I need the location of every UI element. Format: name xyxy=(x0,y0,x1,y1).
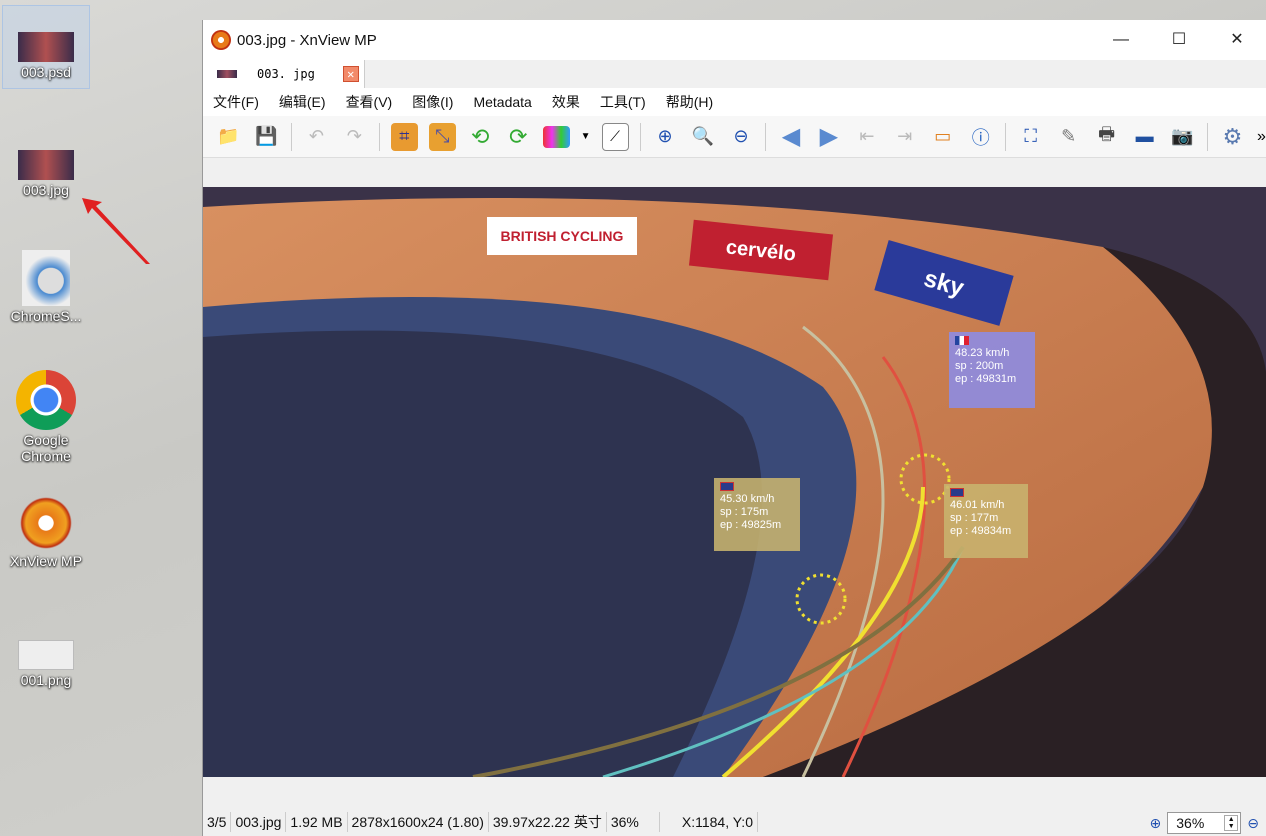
status-dimensions: 2878x1600x24 (1.80) xyxy=(348,812,489,832)
tab-close-button[interactable]: ✕ xyxy=(342,66,359,82)
chevron-down-icon[interactable]: ▼ xyxy=(581,131,591,142)
desktop-icon-google-chrome[interactable]: Google Chrome xyxy=(2,370,90,464)
browser-folder-icon[interactable]: 📁 xyxy=(215,123,242,151)
rotate-left-icon[interactable]: ⟲ xyxy=(467,123,494,151)
save-icon[interactable]: 💾 xyxy=(253,123,280,151)
status-zoom-out-icon[interactable]: ⊖ xyxy=(1247,815,1259,832)
divider xyxy=(378,122,380,151)
desktop-icon-chromesetup[interactable]: ChromeS... xyxy=(2,250,90,324)
status-bar: 3/5 003.jpg 1.92 MB 2878x1600x24 (1.80) … xyxy=(203,808,1266,836)
status-zoom-in-icon[interactable]: ⊕ xyxy=(1150,815,1162,832)
screenshot-icon[interactable]: 📷 xyxy=(1169,123,1196,151)
red-arrow-annotation xyxy=(82,198,150,264)
title-bar: 003.jpg - XnView MP — ☐ ✕ xyxy=(203,20,1266,60)
desktop-icon-003-psd[interactable]: 003.psd xyxy=(2,5,90,89)
minimize-button[interactable]: — xyxy=(1092,20,1150,60)
menu-metadata[interactable]: Metadata xyxy=(463,94,541,110)
menu-file[interactable]: 文件(F) xyxy=(203,92,269,112)
status-coords: X:1184, Y:0 xyxy=(660,812,758,832)
status-index: 3/5 xyxy=(203,812,232,832)
menu-view[interactable]: 查看(V) xyxy=(336,92,403,112)
toolbar-overflow-button[interactable]: » xyxy=(1257,128,1266,146)
desktop-icon-xnview[interactable]: XnView MP xyxy=(2,495,90,569)
previous-icon[interactable]: ◀ xyxy=(777,123,804,151)
france-flag-icon xyxy=(955,336,969,345)
close-button[interactable]: ✕ xyxy=(1208,20,1266,60)
rider-overlay-fr: 48.23 km/h sp : 200m ep : 49831m xyxy=(949,332,1035,408)
next-icon[interactable]: ▶ xyxy=(815,123,842,151)
status-zoom: 36% xyxy=(607,812,660,832)
menu-effects[interactable]: 效果 xyxy=(542,92,590,112)
image-viewer[interactable]: BRITISH CYCLING cervélo sky 45.30 km/h sp… xyxy=(203,187,1266,777)
last-page-icon[interactable]: ⇥ xyxy=(891,123,918,151)
xnview-icon xyxy=(17,495,75,551)
menu-edit[interactable]: 编辑(E) xyxy=(269,92,336,112)
installer-icon xyxy=(22,250,70,306)
rotate-right-icon[interactable]: ⟳ xyxy=(505,123,532,151)
rider-overlay-uk-1: 45.30 km/h sp : 175m ep : 49825m xyxy=(714,478,800,551)
crop-icon[interactable]: ⌗ xyxy=(390,122,418,151)
menu-help[interactable]: 帮助(H) xyxy=(656,92,723,112)
redo-icon[interactable]: ↷ xyxy=(341,123,368,151)
png-file-icon xyxy=(18,640,74,670)
undo-icon[interactable]: ↶ xyxy=(303,123,330,151)
settings-gear-icon[interactable]: ⚙ xyxy=(1219,123,1246,151)
divider xyxy=(765,122,767,151)
xnview-logo-icon xyxy=(211,30,231,50)
divider xyxy=(290,122,292,151)
xnview-window: 003.jpg - XnView MP — ☐ ✕ 003. jpg ✕ 文件(F… xyxy=(202,20,1266,836)
svg-text:BRITISH CYCLING: BRITISH CYCLING xyxy=(501,228,624,244)
desktop-icon-003-jpg[interactable]: 003.jpg xyxy=(2,150,90,198)
desktop-icon-001-png[interactable]: 001.png xyxy=(2,640,90,688)
color-adjust-icon[interactable] xyxy=(542,125,570,148)
toolbar: 📁 💾 ↶ ↷ ⌗ ⤡ ⟲ ⟳ ▼ ⟋ ⊕ 🔍 ⊖ ◀ ▶ ⇤ ⇥ ▭ ⓘ ⛶ … xyxy=(203,116,1266,158)
divider xyxy=(1005,122,1007,151)
menu-bar: 文件(F) 编辑(E) 查看(V) 图像(I) Metadata 效果 工具(T… xyxy=(203,88,1266,116)
psd-file-icon xyxy=(18,32,74,62)
print-icon[interactable]: 🖶 xyxy=(1093,123,1120,151)
chrome-icon xyxy=(16,370,76,430)
zoom-in-icon[interactable]: ⊕ xyxy=(652,123,679,151)
divider xyxy=(1207,122,1209,151)
status-print-size: 39.97x22.22 英寸 xyxy=(489,812,607,832)
properties-icon[interactable]: ⓘ xyxy=(967,123,994,151)
levels-curve-icon[interactable]: ⟋ xyxy=(601,122,629,151)
scanner-icon[interactable]: ▬ xyxy=(1131,123,1158,151)
menu-tools[interactable]: 工具(T) xyxy=(590,92,656,112)
menu-image[interactable]: 图像(I) xyxy=(402,92,463,112)
slideshow-icon[interactable]: ▭ xyxy=(929,123,956,151)
zoom-out-icon[interactable]: ⊖ xyxy=(728,123,755,151)
zoom-1to1-icon[interactable]: 🔍 xyxy=(690,123,717,151)
first-page-icon[interactable]: ⇤ xyxy=(853,123,880,151)
spinner-arrows-icon[interactable]: ▲ ▼ xyxy=(1224,815,1239,831)
status-filesize: 1.92 MB xyxy=(286,812,348,832)
rider-overlay-uk-2: 46.01 km/h sp : 177m ep : 49834m xyxy=(944,484,1028,558)
zoom-spinbox[interactable]: 36% ▲ ▼ xyxy=(1167,812,1242,834)
edit-text-icon[interactable]: ✎ xyxy=(1055,123,1082,151)
fullscreen-icon[interactable]: ⛶ xyxy=(1017,123,1044,151)
tab-thumbnail-icon xyxy=(217,70,237,78)
maximize-button[interactable]: ☐ xyxy=(1150,20,1208,60)
uk-flag-icon xyxy=(720,482,734,491)
status-filename: 003.jpg xyxy=(231,812,287,832)
divider xyxy=(639,122,641,151)
window-title: 003.jpg - XnView MP xyxy=(237,31,377,49)
jpg-file-icon xyxy=(18,150,74,180)
uk-flag-icon xyxy=(950,488,964,497)
tab-003-jpg[interactable]: 003. jpg ✕ xyxy=(203,60,365,88)
resize-icon[interactable]: ⤡ xyxy=(428,122,456,151)
